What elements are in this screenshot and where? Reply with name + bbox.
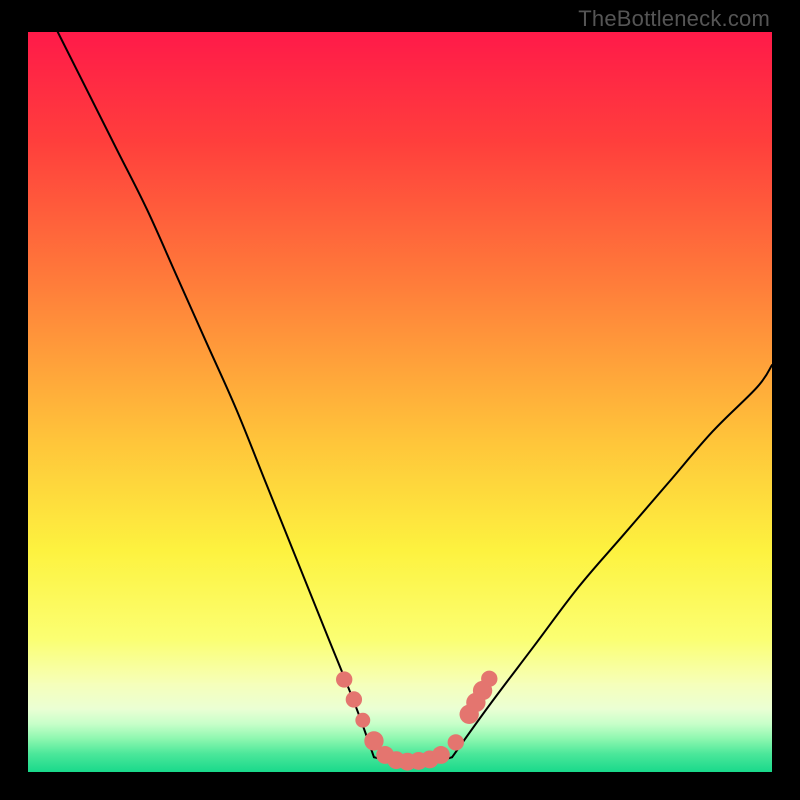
marker-dot — [448, 734, 464, 750]
marker-dot — [336, 671, 352, 687]
marker-dot — [432, 746, 450, 764]
marker-dot — [355, 713, 370, 728]
series-right-curve — [452, 365, 772, 757]
marker-dot — [346, 691, 362, 707]
chart-frame: TheBottleneck.com — [0, 0, 800, 800]
series-left-curve — [58, 32, 374, 757]
watermark-text: TheBottleneck.com — [578, 6, 770, 32]
marker-dot — [481, 671, 497, 687]
curve-layer — [28, 32, 772, 772]
plot-area — [28, 32, 772, 772]
